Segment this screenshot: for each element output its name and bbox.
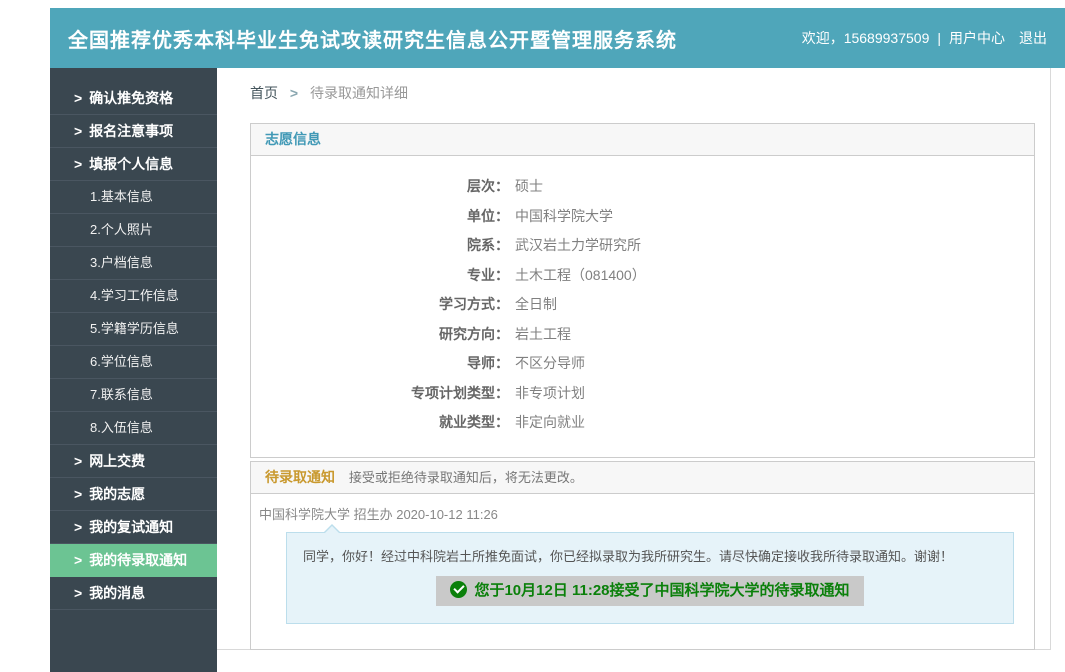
bubble-arrow-icon — [323, 524, 341, 533]
sidebar-item-fill-personal-info[interactable]: > 填报个人信息 — [50, 148, 217, 181]
field-label: 研究方向： — [251, 320, 509, 350]
chevron-right-icon: > — [74, 519, 82, 535]
notice-message-text: 同学，你好！经过中科院岩土所推免面试，你已经拟录取为我所研究生。请尽快确定接收我… — [303, 546, 997, 565]
sidebar-item-online-payment[interactable]: > 网上交费 — [50, 445, 217, 478]
logout-link[interactable]: 退出 — [1019, 28, 1047, 48]
chevron-right-icon: > — [74, 90, 82, 106]
field-row-level: 层次： 硕士 — [251, 172, 1034, 202]
field-value: 非专项计划 — [515, 385, 585, 401]
field-value: 中国科学院大学 — [515, 208, 613, 224]
sidebar-item-label: 6.学位信息 — [90, 354, 153, 369]
field-value: 不区分导师 — [515, 355, 585, 371]
breadcrumb-separator-icon: > — [290, 85, 298, 101]
sidebar-item-label: 5.学籍学历信息 — [90, 321, 179, 336]
field-row-supervisor: 导师： 不区分导师 — [251, 349, 1034, 379]
sidebar-item-label: 确认推免资格 — [89, 90, 173, 106]
field-label: 专项计划类型： — [251, 379, 509, 409]
sidebar-item-personal-photo[interactable]: 2.个人照片 — [50, 214, 217, 247]
sidebar-item-label: 我的待录取通知 — [89, 552, 187, 568]
sidebar-item-registration-notes[interactable]: > 报名注意事项 — [50, 115, 217, 148]
top-header: 全国推荐优秀本科毕业生免试攻读研究生信息公开暨管理服务系统 欢迎，1568993… — [50, 8, 1065, 68]
chevron-right-icon: > — [74, 123, 82, 139]
field-label: 层次： — [251, 172, 509, 202]
notice-sender: 中国科学院大学 招生办 2020-10-12 11:26 — [259, 504, 1034, 523]
field-label: 单位： — [251, 202, 509, 232]
accepted-status-bar: 您于10月12日 11:28接受了中国科学院大学的待录取通知 — [436, 576, 863, 606]
field-row-major: 专业： 土木工程（081400） — [251, 261, 1034, 291]
sidebar-item-label: 我的志愿 — [89, 486, 145, 502]
sidebar-item-basic-info[interactable]: 1.基本信息 — [50, 181, 217, 214]
field-value: 非定向就业 — [515, 414, 585, 430]
field-label: 学习方式： — [251, 290, 509, 320]
field-row-employment-type: 就业类型： 非定向就业 — [251, 408, 1034, 438]
sidebar-item-my-admission-notice[interactable]: > 我的待录取通知 — [50, 544, 217, 577]
sidebar-item-degree-info[interactable]: 6.学位信息 — [50, 346, 217, 379]
field-label: 专业： — [251, 261, 509, 291]
field-value: 土木工程（081400） — [515, 267, 646, 283]
sidebar-item-study-work-info[interactable]: 4.学习工作信息 — [50, 280, 217, 313]
header-user-area: 欢迎，15689937509 | 用户中心 退出 — [802, 8, 1047, 68]
field-row-unit: 单位： 中国科学院大学 — [251, 202, 1034, 232]
sidebar-item-student-status-info[interactable]: 5.学籍学历信息 — [50, 313, 217, 346]
volunteer-panel-body: 层次： 硕士 单位： 中国科学院大学 院系： 武汉岩土力学研究所 专业： 土木工程（08… — [251, 156, 1034, 457]
sidebar-item-label: 3.户档信息 — [90, 255, 153, 270]
sidebar-item-contact-info[interactable]: 7.联系信息 — [50, 379, 217, 412]
breadcrumb-home-link[interactable]: 首页 — [250, 85, 278, 101]
system-title: 全国推荐优秀本科毕业生免试攻读研究生信息公开暨管理服务系统 — [68, 24, 677, 53]
field-row-research-direction: 研究方向： 岩土工程 — [251, 320, 1034, 350]
sidebar-item-label: 4.学习工作信息 — [90, 288, 179, 303]
sidebar-item-my-volunteer[interactable]: > 我的志愿 — [50, 478, 217, 511]
sidebar-item-label: 我的复试通知 — [89, 519, 173, 535]
admission-panel-title: 待录取通知 — [265, 469, 335, 485]
sidebar-item-confirm-qualification[interactable]: > 确认推免资格 — [50, 82, 217, 115]
chevron-right-icon: > — [74, 486, 82, 502]
accepted-status-text: 您于10月12日 11:28接受了中国科学院大学的待录取通知 — [474, 582, 849, 599]
chevron-right-icon: > — [74, 453, 82, 469]
sidebar-item-label: 填报个人信息 — [89, 156, 173, 172]
chevron-right-icon: > — [74, 585, 82, 601]
user-center-link[interactable]: 用户中心 — [949, 28, 1005, 48]
sidebar-item-label: 1.基本信息 — [90, 189, 153, 204]
field-label: 就业类型： — [251, 408, 509, 438]
field-value: 武汉岩土力学研究所 — [515, 237, 641, 253]
sidebar-item-my-retest-notice[interactable]: > 我的复试通知 — [50, 511, 217, 544]
field-value: 岩土工程 — [515, 326, 571, 342]
sidebar-item-label: 我的消息 — [89, 585, 145, 601]
breadcrumb: 首页 > 待录取通知详细 — [250, 83, 408, 103]
page: 全国推荐优秀本科毕业生免试攻读研究生信息公开暨管理服务系统 欢迎，1568993… — [0, 0, 1065, 672]
main-content: 首页 > 待录取通知详细 志愿信息 层次： 硕士 单位： 中国科学院大学 院系： 武汉… — [217, 68, 1051, 650]
sidebar-item-label: 报名注意事项 — [89, 123, 173, 139]
sidebar-item-label: 8.入伍信息 — [90, 420, 153, 435]
sidebar-nav: > 确认推免资格 > 报名注意事项 > 填报个人信息 1.基本信息 2.个人照片 3.… — [50, 68, 217, 672]
field-label: 导师： — [251, 349, 509, 379]
sidebar-item-household-archive-info[interactable]: 3.户档信息 — [50, 247, 217, 280]
sidebar-item-my-messages[interactable]: > 我的消息 — [50, 577, 217, 610]
breadcrumb-current: 待录取通知详细 — [310, 85, 408, 101]
sidebar-item-enlistment-info[interactable]: 8.入伍信息 — [50, 412, 217, 445]
volunteer-info-panel: 志愿信息 层次： 硕士 单位： 中国科学院大学 院系： 武汉岩土力学研究所 专业： 土木… — [250, 123, 1035, 458]
sidebar-item-label: 7.联系信息 — [90, 387, 153, 402]
admission-panel-subtitle: 接受或拒绝待录取通知后，将无法更改。 — [349, 470, 583, 485]
chevron-right-icon: > — [74, 156, 82, 172]
check-circle-icon — [450, 581, 467, 598]
field-value: 全日制 — [515, 296, 557, 312]
header-divider: | — [937, 30, 941, 46]
notice-message-bubble: 同学，你好！经过中科院岩土所推免面试，你已经拟录取为我所研究生。请尽快确定接收我… — [286, 532, 1014, 624]
sidebar-item-label: 网上交费 — [89, 453, 145, 469]
field-label: 院系： — [251, 231, 509, 261]
admission-panel-header: 待录取通知 接受或拒绝待录取通知后，将无法更改。 — [251, 462, 1034, 494]
field-value: 硕士 — [515, 178, 543, 194]
volunteer-panel-title: 志愿信息 — [251, 124, 1034, 156]
field-row-special-plan: 专项计划类型： 非专项计划 — [251, 379, 1034, 409]
chevron-right-icon: > — [74, 552, 82, 568]
sidebar-item-label: 2.个人照片 — [90, 222, 153, 237]
field-row-study-mode: 学习方式： 全日制 — [251, 290, 1034, 320]
field-row-department: 院系： 武汉岩土力学研究所 — [251, 231, 1034, 261]
welcome-text: 欢迎，15689937509 — [802, 28, 930, 48]
admission-notice-panel: 待录取通知 接受或拒绝待录取通知后，将无法更改。 中国科学院大学 招生办 202… — [250, 461, 1035, 650]
